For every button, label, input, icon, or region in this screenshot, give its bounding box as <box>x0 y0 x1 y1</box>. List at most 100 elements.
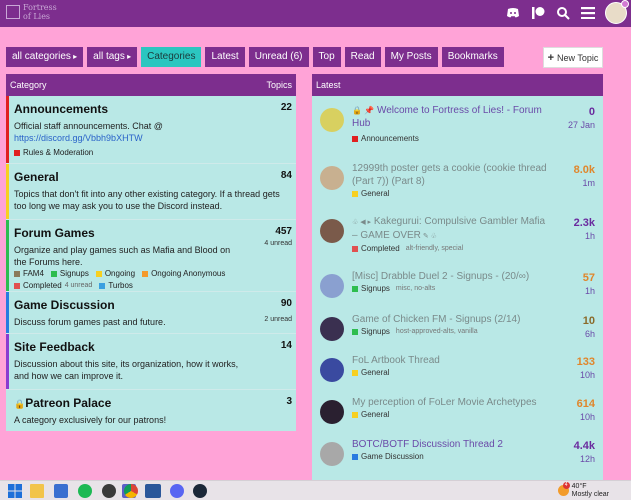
topics-column-header: Topics <box>266 80 292 90</box>
word-icon[interactable] <box>145 484 161 498</box>
topic-category[interactable]: Signups misc, no-alts <box>352 284 435 293</box>
topic-title[interactable]: 12999th poster gets a cookie (cookie thr… <box>352 162 552 188</box>
topic-count: 84 <box>280 170 292 181</box>
poster-avatar[interactable] <box>320 108 344 132</box>
user-avatar[interactable] <box>605 0 629 24</box>
topic-title[interactable]: FoL Artbook Thread <box>352 354 552 367</box>
topic-category[interactable]: General <box>352 410 389 419</box>
poster-avatar[interactable] <box>320 317 344 341</box>
last-activity[interactable]: 10h <box>580 370 595 380</box>
topic-row[interactable]: 12999th poster gets a cookie (cookie thr… <box>312 158 603 200</box>
topic-category[interactable]: Announcements <box>352 134 419 143</box>
topic-category[interactable]: Signups host-approved-alts, vanilla <box>352 327 478 336</box>
chrome-icon[interactable] <box>124 484 138 498</box>
poster-avatar[interactable] <box>320 358 344 382</box>
topic-title[interactable]: BOTC/BOTF Discussion Thread 2 <box>352 438 552 451</box>
all-tags-dropdown[interactable]: all tags <box>87 47 138 67</box>
category-row-site-feedback[interactable]: Site Feedback 14 Discussion about this s… <box>6 334 296 390</box>
topic-row[interactable]: ♧ ◀ ▸ Kakegurui: Compulsive Gambler Mafi… <box>312 211 603 253</box>
topic-title[interactable]: [Misc] Drabble Duel 2 - Signups - (20/∞) <box>352 270 552 283</box>
subcategory-label: Ongoing <box>104 269 136 278</box>
topic-title[interactable]: Game of Chicken FM - Signups (2/14) <box>352 313 552 326</box>
topic-title[interactable]: 🔒 📌 Welcome to Fortress of Lies! - Forum… <box>352 104 552 130</box>
poster-avatar[interactable] <box>320 442 344 466</box>
patreon-icon[interactable] <box>530 5 546 21</box>
emoji-suffix: ✎ ♧ <box>420 233 437 240</box>
discord-icon[interactable] <box>170 484 184 498</box>
tab-top[interactable]: Top <box>312 47 341 67</box>
tab-unread[interactable]: Unread (6) <box>248 47 309 67</box>
steam-icon[interactable] <box>193 484 207 498</box>
category-row-patreon-palace[interactable]: 🔒Patreon Palace 3 A category exclusively… <box>6 390 296 431</box>
tab-latest[interactable]: Latest <box>205 47 245 67</box>
category-name[interactable]: Forum Games <box>14 226 95 240</box>
topic-row[interactable]: [Misc] Drabble Duel 2 - Signups - (20/∞)… <box>312 266 603 308</box>
category-name[interactable]: Site Feedback <box>14 340 95 354</box>
last-activity[interactable]: 27 Jan <box>568 120 595 130</box>
all-categories-dropdown[interactable]: all categories <box>6 47 84 67</box>
unread-count[interactable]: 4 unread <box>264 240 292 247</box>
subcategory-rules-moderation[interactable]: Rules & Moderation <box>14 147 93 159</box>
topic-category[interactable]: General <box>352 368 389 377</box>
category-row-forum-games[interactable]: Forum Games 457 4 unread Organize and pl… <box>6 220 296 292</box>
calendar-icon[interactable] <box>54 484 68 498</box>
category-name[interactable]: Game Discussion <box>14 298 115 312</box>
category-row-game-discussion[interactable]: Game Discussion 90 2 unread Discuss foru… <box>6 292 296 334</box>
poster-avatar[interactable] <box>320 274 344 298</box>
category-name[interactable]: Announcements <box>14 102 108 116</box>
search-icon[interactable] <box>555 5 571 21</box>
topic-title[interactable]: My perception of FoLer Movie Archetypes <box>352 396 552 409</box>
weather-widget[interactable]: 4 40°F Mostly clear <box>557 482 609 499</box>
xbox-icon[interactable] <box>102 484 116 498</box>
topic-tags[interactable]: misc, no-alts <box>396 285 435 292</box>
subcategory-signups[interactable]: Signups <box>50 268 89 280</box>
hamburger-menu-icon[interactable] <box>580 5 596 21</box>
subcategory-fam4[interactable]: FAM4 <box>14 268 44 280</box>
category-row-announcements[interactable]: Announcements 22 Official staff announce… <box>6 96 296 164</box>
discord-icon[interactable] <box>505 5 521 21</box>
site-logo[interactable]: Fortress of Lies <box>6 2 66 24</box>
windows-start-icon[interactable] <box>8 484 22 498</box>
category-name[interactable]: General <box>14 170 59 184</box>
last-activity[interactable]: 1m <box>582 178 595 188</box>
subcategory-unread[interactable]: 4 unread <box>65 280 93 292</box>
category-row-general[interactable]: General 84 Topics that don't fit into an… <box>6 164 296 220</box>
tab-categories[interactable]: Categories <box>141 47 202 67</box>
topic-row[interactable]: My perception of FoLer Movie Archetypes … <box>312 392 603 434</box>
subcategory-ongoing[interactable]: Ongoing <box>95 268 136 280</box>
last-activity[interactable]: 10h <box>580 412 595 422</box>
last-activity[interactable]: 12h <box>580 454 595 464</box>
spotify-icon[interactable] <box>78 484 92 498</box>
last-activity[interactable]: 1h <box>585 286 595 296</box>
category-name-wrapper[interactable]: 🔒Patreon Palace <box>14 396 111 410</box>
subcategory-completed[interactable]: Completed 4 unread <box>14 280 92 292</box>
tab-bookmarks[interactable]: Bookmarks <box>441 47 504 67</box>
new-topic-button[interactable]: + New Topic <box>543 47 603 68</box>
poster-avatar[interactable] <box>320 219 344 243</box>
topic-tags[interactable]: host-approved-alts, vanilla <box>396 328 478 335</box>
topic-row[interactable]: Game of Chicken FM - Signups (2/14) Sign… <box>312 309 603 351</box>
category-color-swatch <box>352 285 358 292</box>
reply-count: 10 <box>582 315 595 327</box>
topic-row[interactable]: 🔒 📌 Welcome to Fortress of Lies! - Forum… <box>312 100 603 143</box>
last-activity[interactable]: 1h <box>585 231 595 241</box>
poster-avatar[interactable] <box>320 400 344 424</box>
topic-category[interactable]: Completed alt-friendly, special <box>352 244 463 253</box>
topic-title[interactable]: ♧ ◀ ▸ Kakegurui: Compulsive Gambler Mafi… <box>352 215 552 243</box>
subcategory-turbos[interactable]: Turbos <box>99 280 133 292</box>
topic-row[interactable]: BOTC/BOTF Discussion Thread 2 Game Discu… <box>312 434 603 476</box>
tab-my-posts[interactable]: My Posts <box>384 47 438 67</box>
discord-invite-link[interactable]: https://discord.gg/Vbbh9bXHTW <box>14 133 143 143</box>
lock-icon: 🔒 <box>14 399 26 409</box>
subcategory-ongoing-anonymous[interactable]: Ongoing Anonymous <box>142 268 225 280</box>
poster-avatar[interactable] <box>320 166 344 190</box>
topic-category[interactable]: Game Discussion <box>352 452 424 461</box>
topic-category[interactable]: General <box>352 189 389 198</box>
topic-row[interactable]: FoL Artbook Thread General 133 10h <box>312 350 603 392</box>
last-activity[interactable]: 6h <box>585 329 595 339</box>
topic-tags[interactable]: alt-friendly, special <box>406 245 463 252</box>
unread-count[interactable]: 2 unread <box>264 316 292 323</box>
file-explorer-icon[interactable] <box>30 484 44 498</box>
tab-read[interactable]: Read <box>344 47 381 67</box>
category-column-header: Category <box>10 80 47 90</box>
